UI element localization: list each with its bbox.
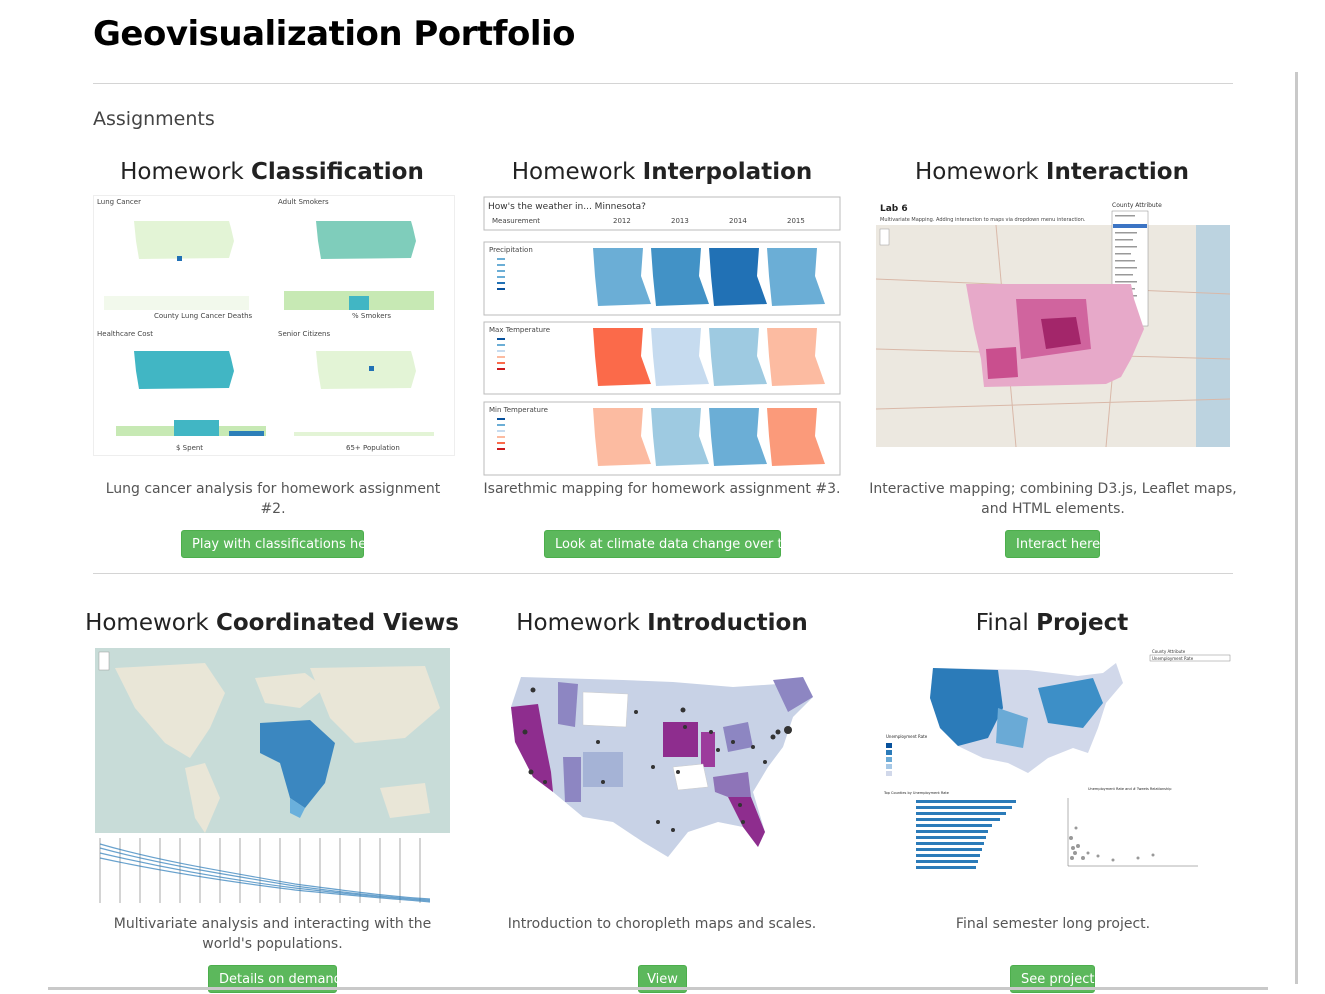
card-description: Interactive mapping; combining D3.js, Le… <box>869 481 1237 517</box>
svg-text:% Smokers: % Smokers <box>352 312 391 320</box>
final-project-thumbnail[interactable]: County Attribute Unemployment Rate Unemp… <box>878 648 1233 876</box>
card-title: Homework Interaction <box>915 159 1189 185</box>
interpolation-button[interactable]: Look at climate data change over time. <box>544 530 811 558</box>
classification-thumbnail[interactable]: Lung Cancer Adult Smokers Healthcare Cos… <box>93 195 455 456</box>
svg-text:Precipitation: Precipitation <box>489 246 533 254</box>
card-title: Final Project <box>975 610 1129 636</box>
panel-label: Healthcare Cost <box>97 330 153 338</box>
card-interpolation: Homework Interpolation <box>472 156 852 188</box>
svg-text:Min Temperature: Min Temperature <box>489 406 548 414</box>
svg-text:County Lung Cancer Deaths: County Lung Cancer Deaths <box>154 312 253 320</box>
card-coordinated-views: Homework Coordinated Views <box>82 607 462 639</box>
svg-text:Measurement: Measurement <box>492 217 540 225</box>
svg-text:Multivariate Mapping. Adding i: Multivariate Mapping. Adding interaction… <box>880 217 1086 223</box>
svg-text:2015: 2015 <box>787 217 805 225</box>
svg-text:Unemployment Rate and # Tweets: Unemployment Rate and # Tweets Relations… <box>1088 787 1172 791</box>
panel-label: Lung Cancer <box>97 198 141 206</box>
svg-text:Unemployment Rate: Unemployment Rate <box>1152 656 1194 661</box>
coordinated-views-thumbnail[interactable] <box>95 648 450 908</box>
card-interaction: Homework Interaction <box>862 156 1242 188</box>
card-final-project: Final Project <box>862 607 1242 639</box>
svg-text:How's the weather in... Minnes: How's the weather in... Minnesota? <box>488 202 646 212</box>
card-title: Homework Interpolation <box>511 159 813 185</box>
card-title: Homework Coordinated Views <box>85 610 459 636</box>
vertical-scrollbar[interactable] <box>1295 72 1298 984</box>
classification-button[interactable]: Play with classifications here! <box>181 530 384 558</box>
introduction-thumbnail[interactable] <box>503 672 821 860</box>
svg-text:$ Spent: $ Spent <box>176 444 203 452</box>
svg-text:Max Temperature: Max Temperature <box>489 326 550 334</box>
svg-text:Lab 6: Lab 6 <box>880 204 908 214</box>
svg-text:Top Counties by Unemployment R: Top Counties by Unemployment Rate <box>883 791 949 795</box>
card-description: Isarethmic mapping for homework assignme… <box>483 481 841 497</box>
divider <box>93 573 1233 574</box>
svg-text:2014: 2014 <box>729 217 747 225</box>
card-description: Lung cancer analysis for homework assign… <box>105 481 441 517</box>
svg-text:County Attribute: County Attribute <box>1112 202 1162 209</box>
card-title: Homework Classification <box>120 159 424 185</box>
card-description: Multivariate analysis and interacting wi… <box>113 916 432 952</box>
interaction-button[interactable]: Interact here. <box>1005 530 1104 558</box>
card-description: Introduction to choropleth maps and scal… <box>507 916 817 932</box>
interaction-thumbnail[interactable]: Lab 6 Multivariate Mapping. Adding inter… <box>876 199 1230 447</box>
page-title: Geovisualization Portfolio <box>93 14 576 54</box>
svg-text:65+ Population: 65+ Population <box>346 444 400 452</box>
svg-text:2012: 2012 <box>613 217 631 225</box>
panel-label: Senior Citizens <box>278 330 330 338</box>
horizontal-scrollbar[interactable] <box>48 987 1268 990</box>
svg-text:Unemployment Rate: Unemployment Rate <box>886 734 928 739</box>
card-title: Homework Introduction <box>516 610 808 636</box>
svg-text:County Attribute: County Attribute <box>1152 649 1186 654</box>
divider <box>93 83 1233 84</box>
interpolation-thumbnail[interactable]: How's the weather in... Minnesota? Measu… <box>483 196 841 476</box>
panel-label: Adult Smokers <box>278 198 329 206</box>
card-introduction: Homework Introduction <box>472 607 852 639</box>
card-description: Final semester long project. <box>955 916 1151 932</box>
svg-text:2013: 2013 <box>671 217 689 225</box>
section-label: Assignments <box>93 108 215 130</box>
card-classification: Homework Classification <box>82 156 462 188</box>
